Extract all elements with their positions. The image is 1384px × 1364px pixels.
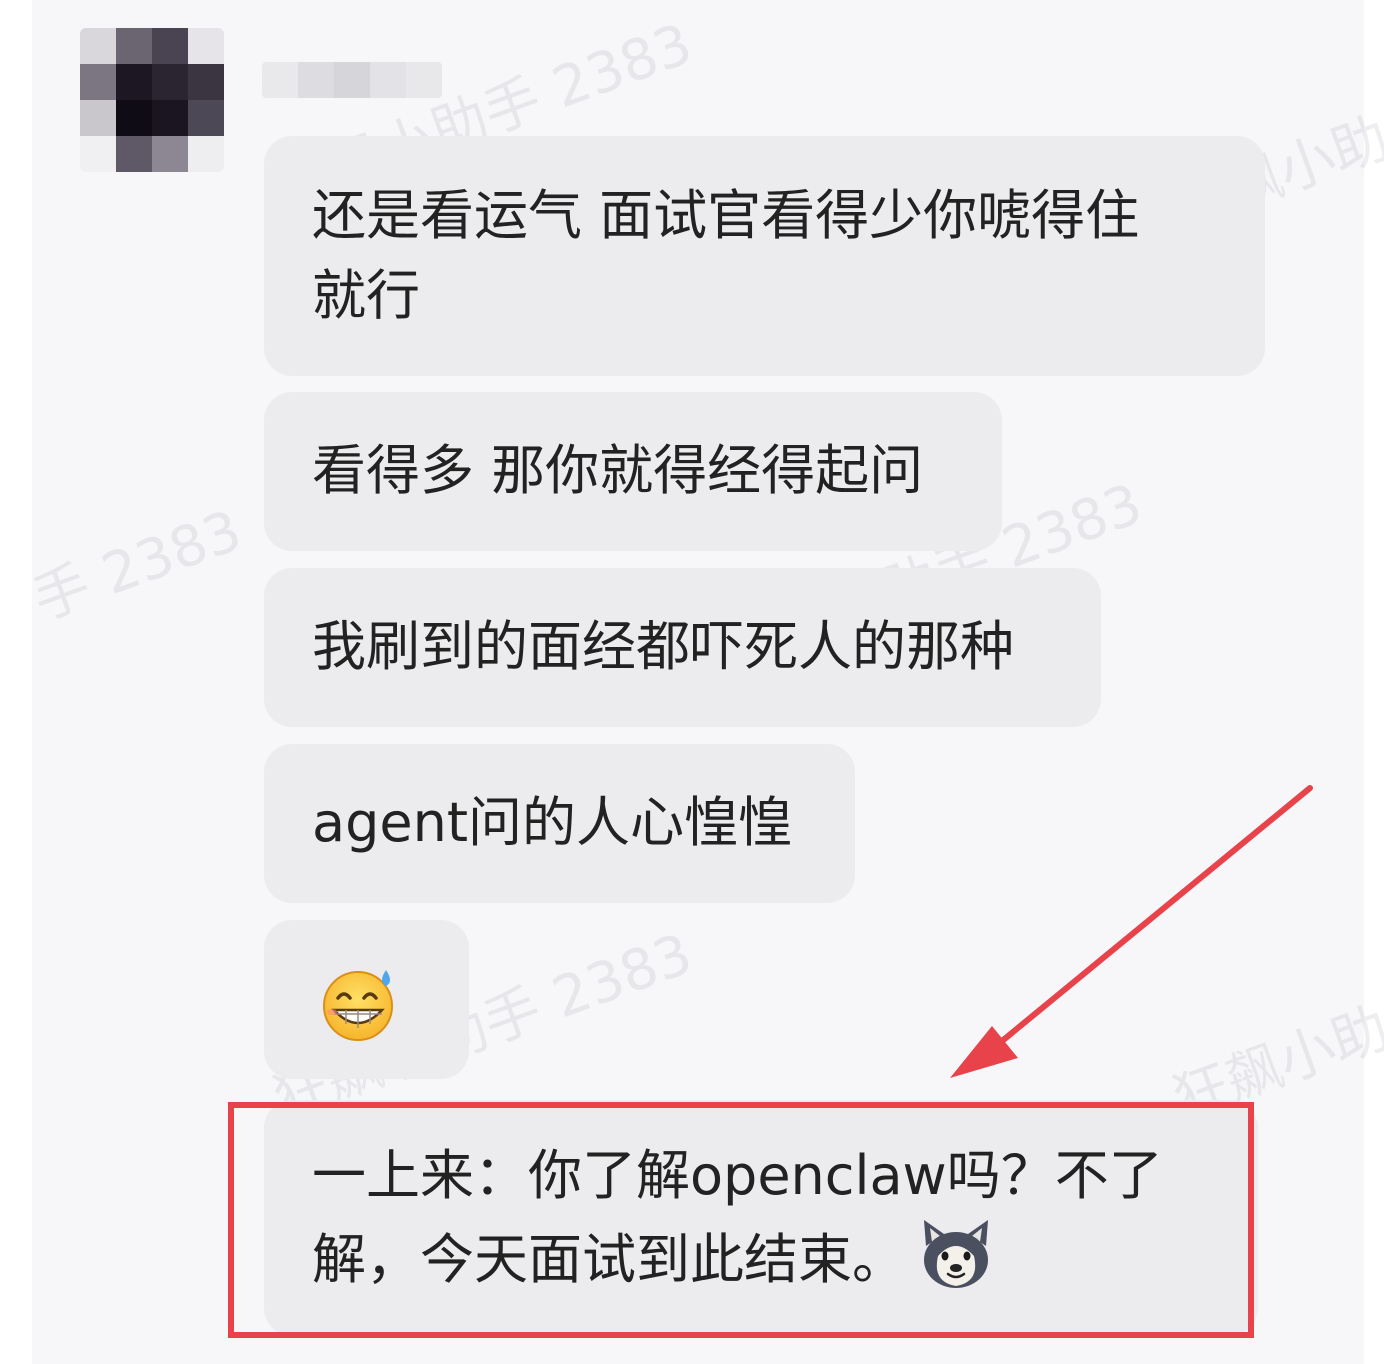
message-bubble[interactable]: 看得多 那你就得经得起问: [264, 392, 1002, 551]
husky-dog-emoji: [924, 1220, 988, 1288]
message-bubble[interactable]: agent问的人心惶惶: [264, 744, 855, 903]
grinning-sweat-emoji: [323, 970, 393, 1041]
message-text: 一上来：你了解openclaw吗？不了 解，今天面试到此结束。: [312, 1144, 1163, 1291]
message-bubble[interactable]: 我刷到的面经都吓死人的那种: [264, 568, 1101, 727]
avatar[interactable]: [80, 28, 224, 172]
message-bubble-emoji[interactable]: [264, 920, 469, 1079]
sender-name-blurred: [262, 62, 442, 98]
message-bubble[interactable]: 还是看运气 面试官看得少你唬得住 就行: [264, 136, 1265, 376]
message-bubble-highlighted[interactable]: 一上来：你了解openclaw吗？不了 解，今天面试到此结束。: [264, 1100, 1258, 1336]
